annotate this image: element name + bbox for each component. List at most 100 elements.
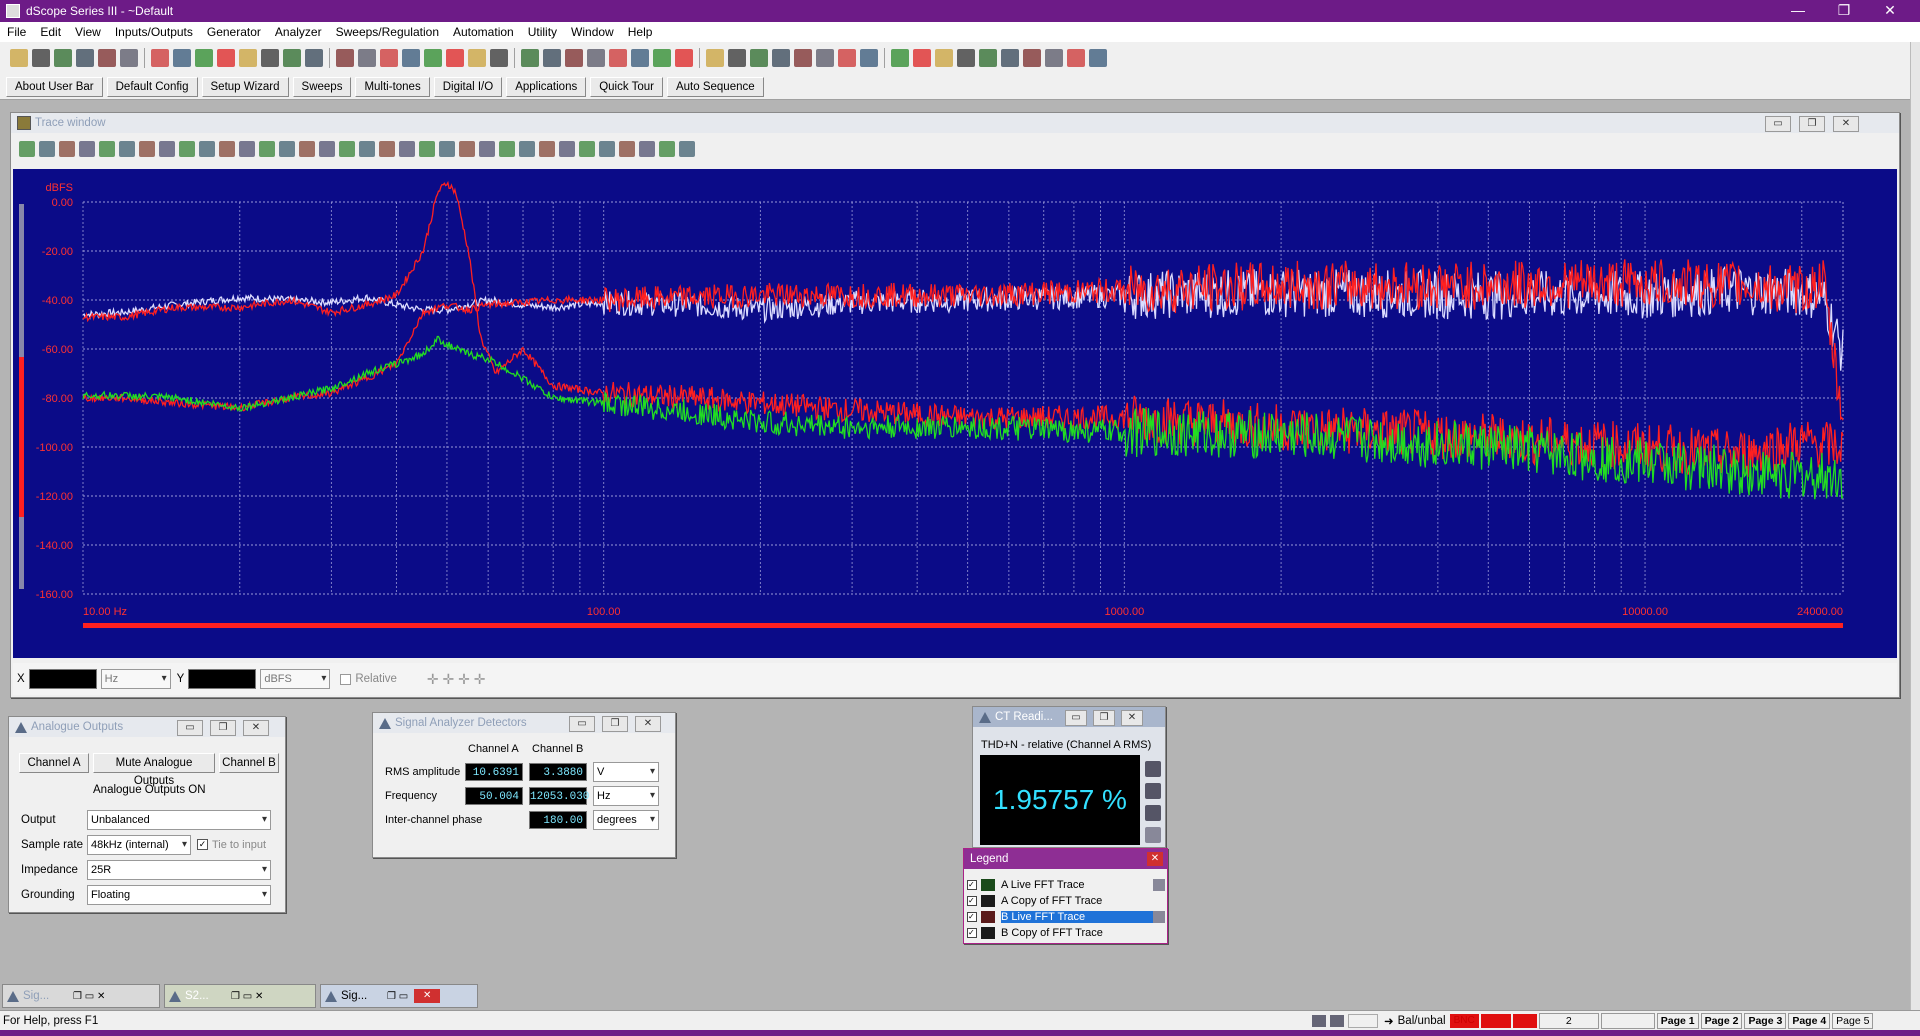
- toolbar-tool-icon[interactable]: [816, 49, 834, 67]
- minimized-window-3[interactable]: Sig... ❐ ▭ ✕: [320, 984, 478, 1008]
- toolbar-tool-icon[interactable]: [1023, 49, 1041, 67]
- toolbar-tool-icon[interactable]: [446, 49, 464, 67]
- det-close-icon[interactable]: ✕: [635, 716, 661, 732]
- trace-tool-icon[interactable]: [319, 141, 335, 157]
- trace-tool-icon[interactable]: [659, 141, 675, 157]
- minimized-window-1[interactable]: Sig... ❐ ▭ ✕: [2, 984, 160, 1008]
- menu-generator[interactable]: Generator: [200, 22, 268, 42]
- toolbar-tool-icon[interactable]: [1089, 49, 1107, 67]
- toolbar-tool-icon[interactable]: [631, 49, 649, 67]
- trace-tool-icon[interactable]: [679, 141, 695, 157]
- toolbar-tool-icon[interactable]: [76, 49, 94, 67]
- legend-checkbox[interactable]: ✓: [967, 880, 977, 890]
- sample-rate-select[interactable]: 48kHz (internal): [87, 834, 191, 855]
- close-icon[interactable]: ✕: [414, 989, 441, 1003]
- detectors-titlebar[interactable]: Signal Analyzer Detectors ▭ ❐ ✕: [373, 713, 675, 733]
- trace-tool-icon[interactable]: [119, 141, 135, 157]
- trace-tool-icon[interactable]: [619, 141, 635, 157]
- trace-tool-icon[interactable]: [299, 141, 315, 157]
- ct-minimize-icon[interactable]: ▭: [1065, 710, 1087, 726]
- toolbar-tool-icon[interactable]: [336, 49, 354, 67]
- trace-tool-icon[interactable]: [19, 141, 35, 157]
- menu-sweeps-regulation[interactable]: Sweeps/Regulation: [329, 22, 446, 42]
- toolbar-tool-icon[interactable]: [1067, 49, 1085, 67]
- trace-tool-icon[interactable]: [279, 141, 295, 157]
- toolbar-tool-icon[interactable]: [772, 49, 790, 67]
- page-5-tab[interactable]: Page 5: [1832, 1012, 1874, 1029]
- legend-edit-icon[interactable]: [1153, 879, 1165, 891]
- quick-tour-button[interactable]: Quick Tour: [590, 76, 663, 97]
- trace-tool-icon[interactable]: [179, 141, 195, 157]
- toolbar-tool-icon[interactable]: [283, 49, 301, 67]
- rms-unit-select[interactable]: V: [593, 762, 659, 782]
- menu-analyzer[interactable]: Analyzer: [268, 22, 329, 42]
- toolbar-tool-icon[interactable]: [521, 49, 539, 67]
- toolbar-tool-icon[interactable]: [358, 49, 376, 67]
- trace-tool-icon[interactable]: [99, 141, 115, 157]
- legend-titlebar[interactable]: Legend ✕: [964, 849, 1167, 869]
- ct-reading-titlebar[interactable]: CT Readi... ▭ ❐ ✕: [973, 707, 1165, 727]
- sweeps-button[interactable]: Sweeps: [292, 76, 352, 97]
- trace-close-icon[interactable]: ✕: [1833, 116, 1859, 132]
- page-2-tab[interactable]: Page 2: [1700, 1012, 1743, 1029]
- phase-unit-select[interactable]: degrees: [593, 810, 659, 830]
- legend-close-icon[interactable]: ✕: [1147, 852, 1163, 866]
- trace-window-titlebar[interactable]: Trace window ▭ ❐ ✕: [11, 113, 1899, 133]
- fft-chart[interactable]: 0.00 -20.00 -40.00 -60.00 -80.00 -100.00 -120.…: [13, 169, 1897, 658]
- toolbar-tool-icon[interactable]: [305, 49, 323, 67]
- trace-tool-icon[interactable]: [339, 141, 355, 157]
- menu-help[interactable]: Help: [621, 22, 660, 42]
- digital-io-button[interactable]: Digital I/O: [433, 76, 503, 97]
- det-restore-icon[interactable]: ❐: [602, 716, 628, 732]
- legend-item[interactable]: ✓ A Live FFT Trace: [967, 877, 1165, 893]
- menu-view[interactable]: View: [68, 22, 108, 42]
- trace-tool-icon[interactable]: [439, 141, 455, 157]
- restore-icon[interactable]: ❐: [1821, 0, 1867, 22]
- trace-tool-icon[interactable]: [219, 141, 235, 157]
- legend-edit-icon[interactable]: [1153, 911, 1165, 923]
- trace-tool-icon[interactable]: [139, 141, 155, 157]
- toolbar-tool-icon[interactable]: [794, 49, 812, 67]
- trace-tool-icon[interactable]: [499, 141, 515, 157]
- tie-to-input-checkbox[interactable]: ✓: [197, 839, 208, 850]
- trace-tool-icon[interactable]: [419, 141, 435, 157]
- auto-sequence-button[interactable]: Auto Sequence: [666, 76, 764, 97]
- toolbar-tool-icon[interactable]: [424, 49, 442, 67]
- toolbar-tool-icon[interactable]: [380, 49, 398, 67]
- page-4-tab[interactable]: Page 4: [1788, 1012, 1831, 1029]
- toolbar-tool-icon[interactable]: [468, 49, 486, 67]
- menu-utility[interactable]: Utility: [521, 22, 564, 42]
- toolbar-tool-icon[interactable]: [913, 49, 931, 67]
- toolbar-tool-icon[interactable]: [957, 49, 975, 67]
- ct-settings-icon[interactable]: [1145, 805, 1161, 821]
- legend-checkbox[interactable]: ✓: [967, 896, 977, 906]
- toolbar-tool-icon[interactable]: [261, 49, 279, 67]
- restore-icon[interactable]: ❐ ▭ ✕: [231, 991, 263, 1002]
- trace-tool-icon[interactable]: [579, 141, 595, 157]
- ct-restore-icon[interactable]: ❐: [1093, 710, 1115, 726]
- toolbar-tool-icon[interactable]: [565, 49, 583, 67]
- page-3-tab[interactable]: Page 3: [1744, 1012, 1787, 1029]
- toolbar-tool-icon[interactable]: [1045, 49, 1063, 67]
- toolbar-tool-icon[interactable]: [609, 49, 627, 67]
- menu-automation[interactable]: Automation: [446, 22, 521, 42]
- close-icon[interactable]: ✕: [1867, 0, 1913, 22]
- toolbar-tool-icon[interactable]: [935, 49, 953, 67]
- toolbar-tool-icon[interactable]: [728, 49, 746, 67]
- trace-tool-icon[interactable]: [379, 141, 395, 157]
- trace-minimize-icon[interactable]: ▭: [1765, 116, 1791, 132]
- trace-tool-icon[interactable]: [199, 141, 215, 157]
- restore-icon[interactable]: ❐ ▭: [387, 991, 408, 1002]
- toolbar-tool-icon[interactable]: [543, 49, 561, 67]
- trace-tool-icon[interactable]: [599, 141, 615, 157]
- minimized-window-2[interactable]: S2... ❐ ▭ ✕: [164, 984, 316, 1008]
- menu-file[interactable]: File: [0, 22, 33, 42]
- trace-tool-icon[interactable]: [79, 141, 95, 157]
- trace-tool-icon[interactable]: [479, 141, 495, 157]
- toolbar-tool-icon[interactable]: [54, 49, 72, 67]
- trace-tool-icon[interactable]: [559, 141, 575, 157]
- toolbar-tool-icon[interactable]: [675, 49, 693, 67]
- legend-item[interactable]: ✓ B Live FFT Trace: [967, 909, 1165, 925]
- ao-restore-icon[interactable]: ❐: [210, 720, 236, 736]
- page-1-tab[interactable]: Page 1: [1656, 1012, 1699, 1029]
